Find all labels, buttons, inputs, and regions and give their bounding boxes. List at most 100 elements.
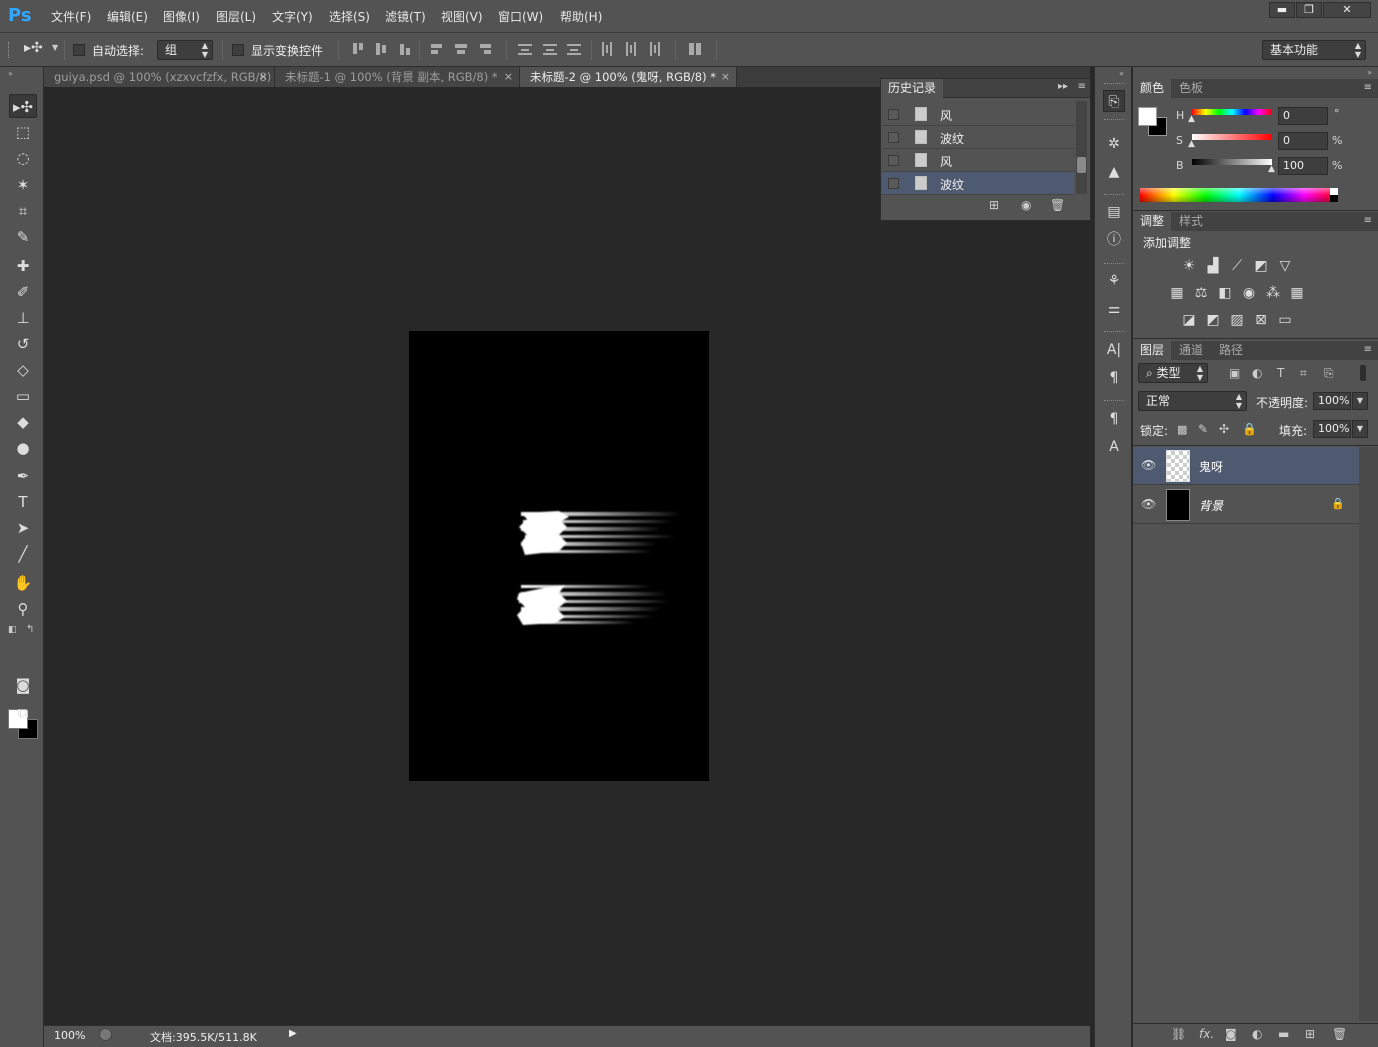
character-dock-icon[interactable]: A|: [1103, 339, 1125, 361]
menu-layer[interactable]: 图层(L): [216, 8, 256, 25]
filter-smart-object-icon[interactable]: ⎘: [1324, 366, 1334, 381]
align-vcenter-icon[interactable]: [374, 42, 388, 56]
black-swatch[interactable]: [1330, 195, 1338, 202]
fill-field[interactable]: 100%: [1313, 420, 1351, 438]
layer-name[interactable]: 背景: [1199, 497, 1223, 514]
auto-select-dropdown[interactable]: 组 ▲ ▼: [157, 40, 213, 60]
close-icon[interactable]: ×: [259, 67, 268, 87]
photo-filter-icon[interactable]: ◉: [1240, 284, 1258, 302]
lasso-tool-icon[interactable]: ◌: [9, 146, 37, 170]
trash-icon[interactable]: 🗑: [1332, 1027, 1347, 1041]
lock-position-icon[interactable]: ✣: [1219, 422, 1229, 436]
minimize-button[interactable]: ▬: [1269, 2, 1295, 18]
line-tool-icon[interactable]: ╱: [9, 542, 37, 566]
lock-image-icon[interactable]: ✎: [1198, 422, 1208, 436]
menu-help[interactable]: 帮助(H): [560, 8, 602, 25]
dock-grip[interactable]: [1104, 119, 1124, 122]
layers-scrollbar[interactable]: [1359, 447, 1378, 1021]
distribute-bottom-icon[interactable]: [567, 42, 581, 56]
color-balance-icon[interactable]: ⚖: [1192, 284, 1210, 302]
zoom-tool-icon[interactable]: ⚲: [9, 597, 37, 621]
chevron-down-icon[interactable]: ▼: [52, 43, 58, 52]
history-item[interactable]: 风: [882, 103, 1074, 126]
posterize-icon[interactable]: ◩: [1204, 311, 1222, 329]
status-info-icon[interactable]: [99, 1028, 112, 1041]
color-lookup-icon[interactable]: ▦: [1288, 284, 1306, 302]
swap-colors-icon[interactable]: ↰: [26, 624, 34, 635]
filter-type-icon[interactable]: T: [1277, 366, 1284, 380]
foreground-color-swatch[interactable]: [1138, 107, 1157, 126]
tab-paths[interactable]: 路径: [1212, 341, 1250, 360]
chevron-down-icon[interactable]: ▼: [1352, 420, 1368, 438]
tab-untitled-1[interactable]: 未标题-1 @ 100% (背景 副本, RGB/8) * ×: [275, 67, 520, 87]
eraser-tool-icon[interactable]: ◇: [9, 358, 37, 382]
snapshot-checkbox[interactable]: [888, 178, 899, 189]
snapshot-checkbox[interactable]: [888, 132, 899, 143]
hue-slider[interactable]: [1192, 109, 1272, 115]
brush-presets-dock-icon[interactable]: ⚘: [1103, 270, 1125, 292]
move-tool-preset-icon[interactable]: ▸✣: [24, 40, 43, 56]
layer-name[interactable]: 鬼呀: [1199, 458, 1223, 475]
tab-adjustments[interactable]: 调整: [1133, 212, 1172, 231]
navigator-dock-icon[interactable]: ✲: [1103, 133, 1125, 155]
chevron-down-icon[interactable]: ▼: [1352, 392, 1368, 410]
hue-field[interactable]: 0: [1278, 107, 1328, 125]
panel-menu-icon[interactable]: ≡: [1364, 215, 1372, 226]
tab-channels[interactable]: 通道: [1172, 341, 1210, 360]
canvas-area[interactable]: [44, 87, 1090, 1025]
crop-tool-icon[interactable]: ⌗: [9, 199, 37, 223]
history-item[interactable]: 波纹: [882, 172, 1074, 195]
tab-guiya[interactable]: guiya.psd @ 100% (xzxvcfzfx, RGB/8) ×: [44, 67, 275, 87]
hand-tool-icon[interactable]: ✋: [9, 571, 37, 595]
menu-image[interactable]: 图像(I): [163, 8, 200, 25]
character-styles-dock-icon[interactable]: A: [1103, 436, 1125, 458]
tab-color[interactable]: 颜色: [1133, 79, 1172, 98]
new-adjustment-layer-icon[interactable]: ◐: [1252, 1027, 1262, 1041]
zoom-level[interactable]: 100%: [54, 1029, 85, 1042]
history-item[interactable]: 风: [882, 149, 1074, 172]
black-white-icon[interactable]: ◧: [1216, 284, 1234, 302]
snapshot-checkbox[interactable]: [888, 155, 899, 166]
saturation-slider[interactable]: [1192, 134, 1272, 140]
align-left-icon[interactable]: [430, 42, 444, 56]
slider-handle-icon[interactable]: ▲: [1268, 164, 1275, 174]
white-swatch[interactable]: [1330, 188, 1338, 195]
snapshot-checkbox[interactable]: [888, 109, 899, 120]
layer-row[interactable]: 👁 鬼呀: [1133, 447, 1359, 485]
link-layers-icon[interactable]: ⛓: [1171, 1027, 1186, 1041]
menu-select[interactable]: 选择(S): [329, 8, 370, 25]
filter-toggle[interactable]: [1360, 365, 1366, 381]
document-canvas[interactable]: [409, 331, 709, 781]
gradient-tool-icon[interactable]: ▭: [9, 384, 37, 408]
tab-layers[interactable]: 图层: [1133, 341, 1172, 360]
new-layer-icon[interactable]: ⊞: [1305, 1027, 1315, 1041]
maximize-button[interactable]: ❐: [1296, 2, 1322, 18]
layer-filter-dropdown[interactable]: ⌕ 类型 ▲ ▼: [1138, 363, 1208, 383]
align-bottom-icon[interactable]: [398, 42, 412, 56]
invert-icon[interactable]: ◪: [1180, 311, 1198, 329]
add-mask-icon[interactable]: ◙: [1225, 1027, 1237, 1041]
slider-handle-icon[interactable]: ▲: [1188, 139, 1195, 149]
fx-icon[interactable]: fx.: [1199, 1027, 1214, 1041]
hue-saturation-icon[interactable]: ▦: [1168, 284, 1186, 302]
options-grip[interactable]: [8, 42, 11, 58]
quick-mask-icon[interactable]: ◙: [9, 673, 37, 697]
auto-align-layers-icon[interactable]: [688, 42, 702, 56]
dock-grip[interactable]: [1104, 194, 1124, 197]
collapse-arrows-icon[interactable]: ▸▸: [1058, 81, 1068, 92]
brush-tool-icon[interactable]: ✐: [9, 280, 37, 304]
levels-icon[interactable]: ▟: [1204, 257, 1222, 275]
filter-pixel-icon[interactable]: ▣: [1229, 366, 1240, 380]
selective-color-icon[interactable]: ⊠: [1252, 311, 1270, 329]
dock-grip[interactable]: [1104, 83, 1124, 86]
paragraph-styles-dock-icon[interactable]: ¶: [1103, 408, 1125, 430]
camera-icon[interactable]: ◉: [1021, 198, 1031, 212]
menu-file[interactable]: 文件(F): [51, 8, 91, 25]
menu-edit[interactable]: 编辑(E): [107, 8, 148, 25]
dock-grip[interactable]: [1104, 400, 1124, 403]
threshold-icon[interactable]: ▨: [1228, 311, 1246, 329]
menu-window[interactable]: 窗口(W): [498, 8, 543, 25]
collapse-arrows-icon[interactable]: »: [1367, 68, 1372, 77]
trash-icon[interactable]: 🗑: [1050, 198, 1065, 212]
workspace-dropdown[interactable]: 基本功能 ▲ ▼: [1262, 40, 1366, 60]
